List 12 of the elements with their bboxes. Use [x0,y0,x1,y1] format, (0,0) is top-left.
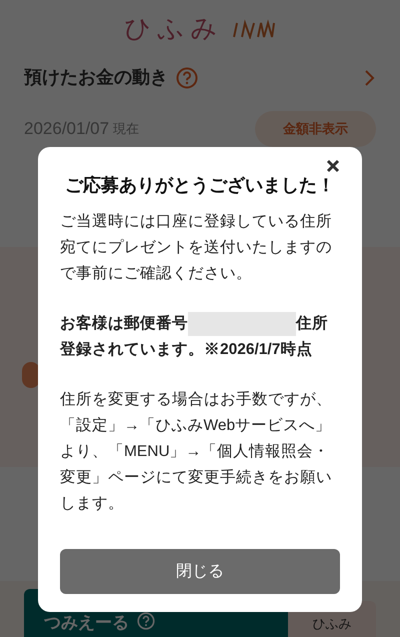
help-icon[interactable] [176,66,198,88]
dialog-title: ご応募ありがとうございました！ [64,174,336,197]
chevron-right-icon[interactable] [364,68,376,86]
section-title: 預けたお金の動き [24,66,168,89]
logo-mark-icon [232,17,276,39]
close-button[interactable]: 閉じる [60,549,340,594]
dialog-text: 住所を変更する場合はお手数ですが、「設定」→「ひふみWebサービスへ」より、「MENU」→「個人情報照会・変更」ページにて変更手続きをお願いします。 [60,390,333,514]
logo-text: ひふみ [124,12,224,44]
hide-amount-button[interactable]: 金額非表示 [255,111,376,146]
close-icon[interactable] [326,159,340,173]
dialog-text: ご当選時には口座に登録している住所宛てにプレゼントを送付いたしますので事前にご確認ください。 [60,212,333,284]
address-notice: お客様は郵便番号 住所登録されています。※2026/1/7時点 [60,311,340,363]
